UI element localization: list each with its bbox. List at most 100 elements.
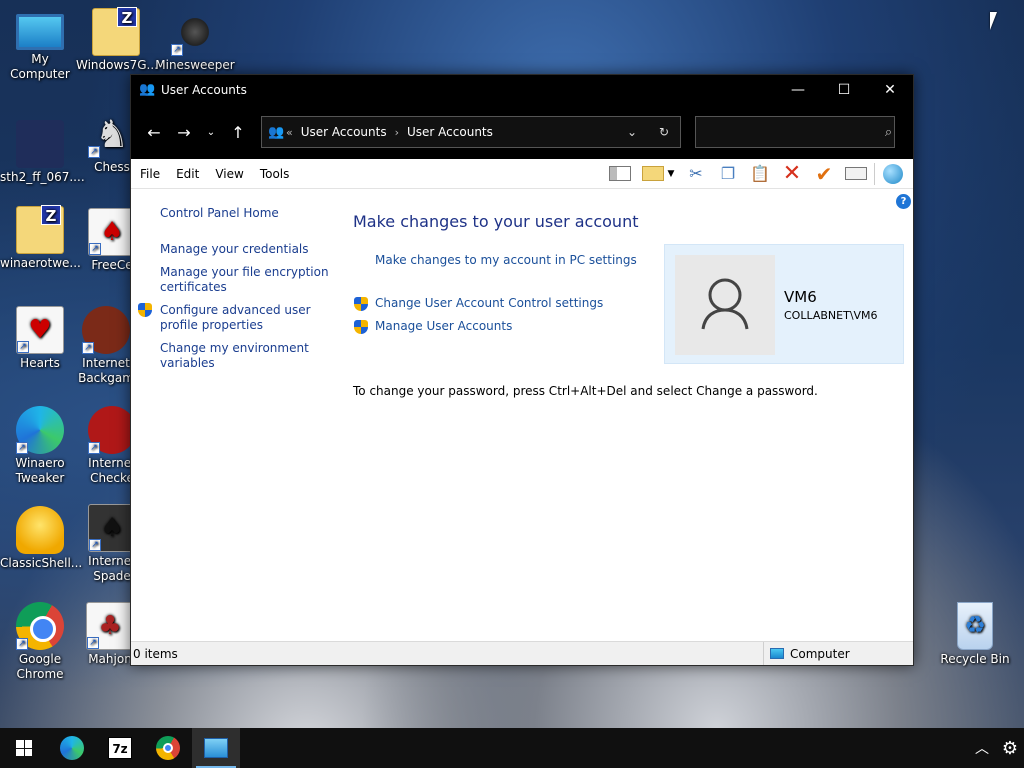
search-box: ⌕	[695, 116, 895, 148]
forward-button[interactable]: →	[169, 117, 199, 147]
globe-icon[interactable]	[877, 161, 909, 187]
advanced-profile-link[interactable]: Configure advanced user profile properti…	[160, 303, 330, 333]
desktop-icon-winaero-tweaker[interactable]: ↗ Winaero Tweaker	[0, 406, 80, 486]
search-input[interactable]	[696, 117, 883, 147]
window-title: User Accounts	[161, 83, 247, 97]
breadcrumb-user-accounts-current[interactable]: User Accounts	[407, 125, 493, 139]
avatar	[675, 255, 775, 355]
computer-icon	[770, 648, 784, 659]
desktop-icon-minesweeper[interactable]: ↗ Minesweeper	[155, 8, 235, 73]
breadcrumb-user-accounts-parent[interactable]: User Accounts	[301, 125, 387, 139]
mahjong-icon: ♣ ↗	[86, 602, 134, 650]
copy-icon[interactable]: ❐	[712, 161, 744, 187]
item-count: 0 items	[133, 646, 178, 661]
desktop-icon-hearts[interactable]: ♥ ↗ Hearts	[0, 306, 80, 371]
address-bar[interactable]: 👥 « User Accounts › User Accounts ⌄ ↻	[261, 116, 681, 148]
title-bar[interactable]: 👥 User Accounts — ☐ ✕	[131, 75, 913, 105]
7zip-icon: 7z	[108, 737, 132, 759]
desktop-icon-label: sth2_ff_067....	[0, 170, 85, 184]
uac-shield-icon	[354, 297, 368, 311]
uac-shield-icon	[354, 320, 368, 334]
desktop-icon-label: My Computer	[10, 52, 70, 81]
show-hidden-icons-chevron-icon[interactable]: ︿	[968, 738, 996, 758]
maximize-button[interactable]: ☐	[821, 75, 867, 105]
minimize-button[interactable]: —	[775, 75, 821, 105]
desktop-icon-classicshell[interactable]: ClassicShell...	[0, 506, 82, 571]
control-panel-icon	[204, 738, 228, 758]
winaero-icon: ↗	[16, 406, 64, 454]
password-note: To change your password, press Ctrl+Alt+…	[353, 384, 818, 398]
taskbar-control-panel[interactable]	[192, 728, 240, 768]
chess-icon: ♞ ↗	[88, 110, 136, 158]
toolbar: ▼ ✂ ❐ 📋 ✕ ✔	[604, 161, 913, 187]
manage-user-accounts-link[interactable]: Manage User Accounts	[375, 319, 512, 333]
chrome-icon	[156, 736, 180, 760]
uac-shield-icon	[138, 303, 152, 317]
taskbar-chrome[interactable]	[144, 728, 192, 768]
search-icon[interactable]: ⌕	[883, 125, 894, 140]
help-icon[interactable]: ?	[896, 194, 911, 209]
user-domain: COLLABNET\VM6	[784, 309, 878, 322]
windows-logo-icon	[16, 740, 32, 756]
system-tray: ︿ ⚙	[968, 738, 1024, 759]
settings-gear-icon[interactable]: ⚙	[996, 738, 1024, 759]
monitor-icon	[16, 14, 64, 50]
hearts-icon: ♥ ↗	[16, 306, 64, 354]
desktop-icon-google-chrome[interactable]: ↗ Google Chrome	[0, 602, 80, 682]
desktop-icon-label: winaerotwe...	[0, 256, 81, 270]
recent-locations-button[interactable]: ⌄	[199, 117, 223, 147]
manage-credentials-link[interactable]: Manage your credentials	[160, 242, 330, 257]
environment-variables-link[interactable]: Change my environment variables	[160, 341, 330, 371]
desktop-icon-windows7g[interactable]: Z Windows7G...	[76, 7, 158, 73]
pc-settings-link[interactable]: Make changes to my account in PC setting…	[375, 253, 637, 267]
zip-folder-icon: Z	[92, 7, 140, 56]
freecell-icon: ♠ ↗	[88, 208, 136, 256]
user-silhouette-icon	[701, 278, 749, 330]
address-overflow-chevron[interactable]: «	[286, 126, 293, 139]
mine-icon: ↗	[171, 8, 219, 56]
refresh-button[interactable]: ↻	[648, 125, 680, 139]
close-button[interactable]: ✕	[867, 75, 913, 105]
shell-icon	[16, 506, 64, 554]
desktop-icon-sth2[interactable]: sth2_ff_067....	[0, 120, 85, 185]
delete-icon[interactable]: ✕	[776, 161, 808, 187]
menu-tools[interactable]: Tools	[252, 167, 298, 181]
status-bar: 0 items Computer	[131, 641, 913, 665]
menu-bar: File Edit View Tools ▼ ✂ ❐ 📋 ✕ ✔	[131, 159, 913, 189]
checkers-icon: ↗	[88, 406, 136, 454]
back-button[interactable]: ←	[139, 117, 169, 147]
uac-settings-link[interactable]: Change User Account Control settings	[375, 296, 603, 310]
address-dropdown-button[interactable]: ⌄	[616, 125, 648, 139]
desktop-icon-label: Google Chrome	[16, 652, 64, 681]
desktop-icon-label: Winaero Tweaker	[15, 456, 65, 485]
desktop-icon-label: Hearts	[20, 356, 60, 370]
control-panel-home-link[interactable]: Control Panel Home	[160, 206, 330, 221]
menu-file[interactable]: File	[131, 167, 168, 181]
zone-indicator: Computer	[763, 642, 913, 665]
paste-icon[interactable]: 📋	[744, 161, 776, 187]
start-button[interactable]	[0, 728, 48, 768]
desktop-icon-winaerotweaker-zip[interactable]: Z winaerotwe...	[0, 205, 81, 271]
desktop-icon-label: Internet Backgam	[78, 356, 134, 385]
user-card: VM6 COLLABNET\VM6	[664, 244, 904, 364]
taskbar-edge[interactable]	[48, 728, 96, 768]
check-icon[interactable]: ✔	[808, 161, 840, 187]
up-button[interactable]: ↑	[223, 117, 253, 147]
desktop-icon-internet-backgammon[interactable]: ↗ Internet Backgam	[76, 306, 136, 386]
properties-icon[interactable]	[840, 161, 872, 187]
taskbar-7zip[interactable]: 7z	[96, 728, 144, 768]
image-file-icon	[16, 120, 64, 168]
preview-pane-icon[interactable]	[604, 161, 636, 187]
desktop-icon-my-computer[interactable]: My Computer	[0, 8, 80, 82]
backgammon-icon: ↗	[82, 306, 130, 354]
desktop-icon-recycle-bin[interactable]: ♻ Recycle Bin	[935, 602, 1015, 667]
breadcrumb-separator-icon[interactable]: ›	[395, 126, 399, 139]
file-encryption-link[interactable]: Manage your file encryption certificates	[160, 265, 330, 295]
user-name: VM6	[784, 288, 817, 306]
select-icon[interactable]: ▼	[636, 161, 680, 187]
cut-icon[interactable]: ✂	[680, 161, 712, 187]
menu-view[interactable]: View	[207, 167, 251, 181]
recycle-bin-icon: ♻	[957, 602, 993, 650]
menu-edit[interactable]: Edit	[168, 167, 207, 181]
chrome-icon: ↗	[16, 602, 64, 650]
